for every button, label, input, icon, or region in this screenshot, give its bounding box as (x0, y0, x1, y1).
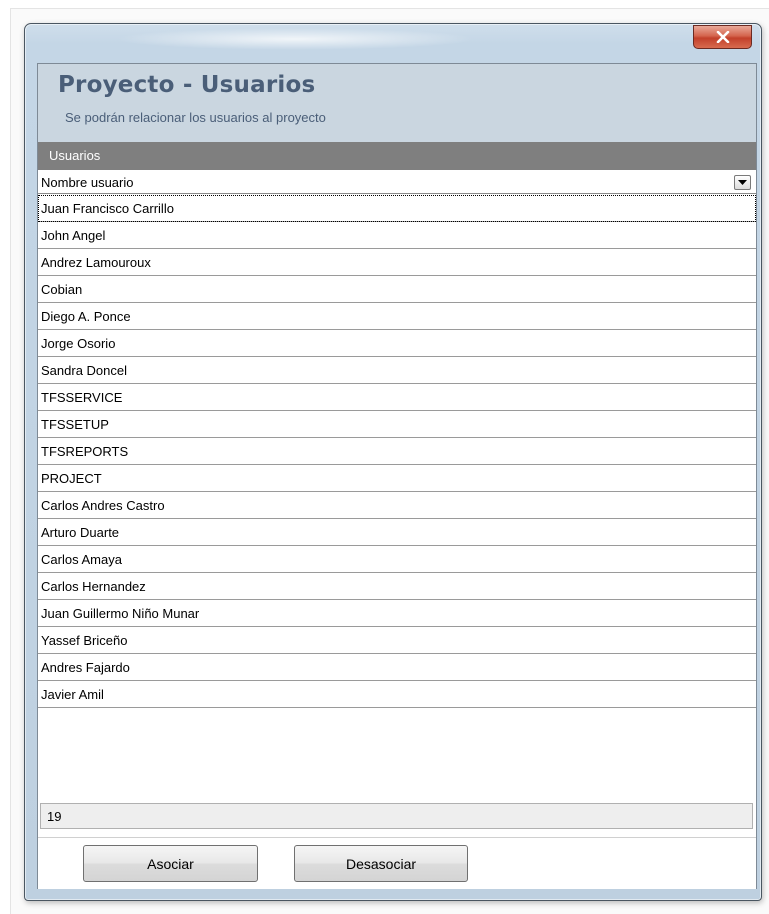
row-label: Juan Guillermo Niño Munar (41, 606, 200, 621)
page-title: Proyecto - Usuarios (58, 72, 316, 98)
row-label: John Angel (41, 228, 106, 243)
column-header-label: Nombre usuario (41, 175, 134, 190)
table-row[interactable]: PROJECT (38, 465, 756, 492)
button-bar: Asociar Desasociar (38, 837, 756, 889)
dropdown-filter-icon (738, 180, 747, 185)
table-row[interactable]: Sandra Doncel (38, 357, 756, 384)
grid-group-header: Usuarios (38, 142, 756, 170)
record-count: 19 (47, 809, 62, 824)
table-row[interactable]: TFSSERVICE (38, 384, 756, 411)
column-filter-button[interactable] (734, 175, 751, 190)
table-row[interactable]: John Angel (38, 222, 756, 249)
table-row[interactable]: Yassef Briceño (38, 627, 756, 654)
row-label: Cobian (41, 282, 83, 297)
row-label: Carlos Hernandez (41, 579, 146, 594)
row-label: Yassef Briceño (41, 633, 128, 648)
table-row[interactable]: Juan Guillermo Niño Munar (38, 600, 756, 627)
row-label: Arturo Duarte (41, 525, 120, 540)
table-row[interactable]: Andres Fajardo (38, 654, 756, 681)
row-label: TFSSETUP (41, 417, 109, 432)
dialog-client-area: Proyecto - Usuarios Se podrán relacionar… (37, 63, 757, 889)
table-row[interactable]: Carlos Amaya (38, 546, 756, 573)
row-label: TFSREPORTS (41, 444, 129, 459)
title-bar[interactable] (25, 24, 761, 62)
table-row[interactable]: Carlos Andres Castro (38, 492, 756, 519)
row-label: PROJECT (41, 471, 102, 486)
row-label: Carlos Amaya (41, 552, 122, 567)
row-label: Javier Amil (41, 687, 104, 702)
page-subtitle: Se podrán relacionar los usuarios al pro… (65, 110, 326, 125)
user-list: Juan Francisco Carrillo John Angel Andre… (38, 195, 756, 708)
table-row[interactable]: Andrez Lamouroux (38, 249, 756, 276)
row-label: Andrez Lamouroux (41, 255, 151, 270)
row-label: Carlos Andres Castro (41, 498, 165, 513)
row-label: Andres Fajardo (41, 660, 130, 675)
table-row[interactable]: Cobian (38, 276, 756, 303)
table-row[interactable]: Diego A. Ponce (38, 303, 756, 330)
disassociate-button[interactable]: Desasociar (294, 845, 468, 882)
row-label: Juan Francisco Carrillo (41, 201, 174, 216)
table-row[interactable]: Javier Amil (38, 681, 756, 708)
table-row[interactable]: Carlos Hernandez (38, 573, 756, 600)
column-header-nombre-usuario[interactable]: Nombre usuario (38, 170, 756, 194)
close-button[interactable] (693, 25, 752, 49)
row-label: Sandra Doncel (41, 363, 127, 378)
table-row[interactable]: Juan Francisco Carrillo (38, 195, 756, 222)
table-row[interactable]: TFSREPORTS (38, 438, 756, 465)
associate-button[interactable]: Asociar (83, 845, 258, 882)
row-label: Jorge Osorio (41, 336, 116, 351)
table-row[interactable]: Jorge Osorio (38, 330, 756, 357)
grid-footer-count: 19 (40, 803, 753, 829)
close-icon (716, 31, 730, 43)
title-bar-glare (115, 28, 475, 50)
table-row[interactable]: TFSSETUP (38, 411, 756, 438)
grid-group-label: Usuarios (49, 148, 101, 163)
row-label: TFSSERVICE (41, 390, 123, 405)
row-label: Diego A. Ponce (41, 309, 131, 324)
header-panel: Proyecto - Usuarios Se podrán relacionar… (38, 64, 756, 142)
table-row[interactable]: Arturo Duarte (38, 519, 756, 546)
